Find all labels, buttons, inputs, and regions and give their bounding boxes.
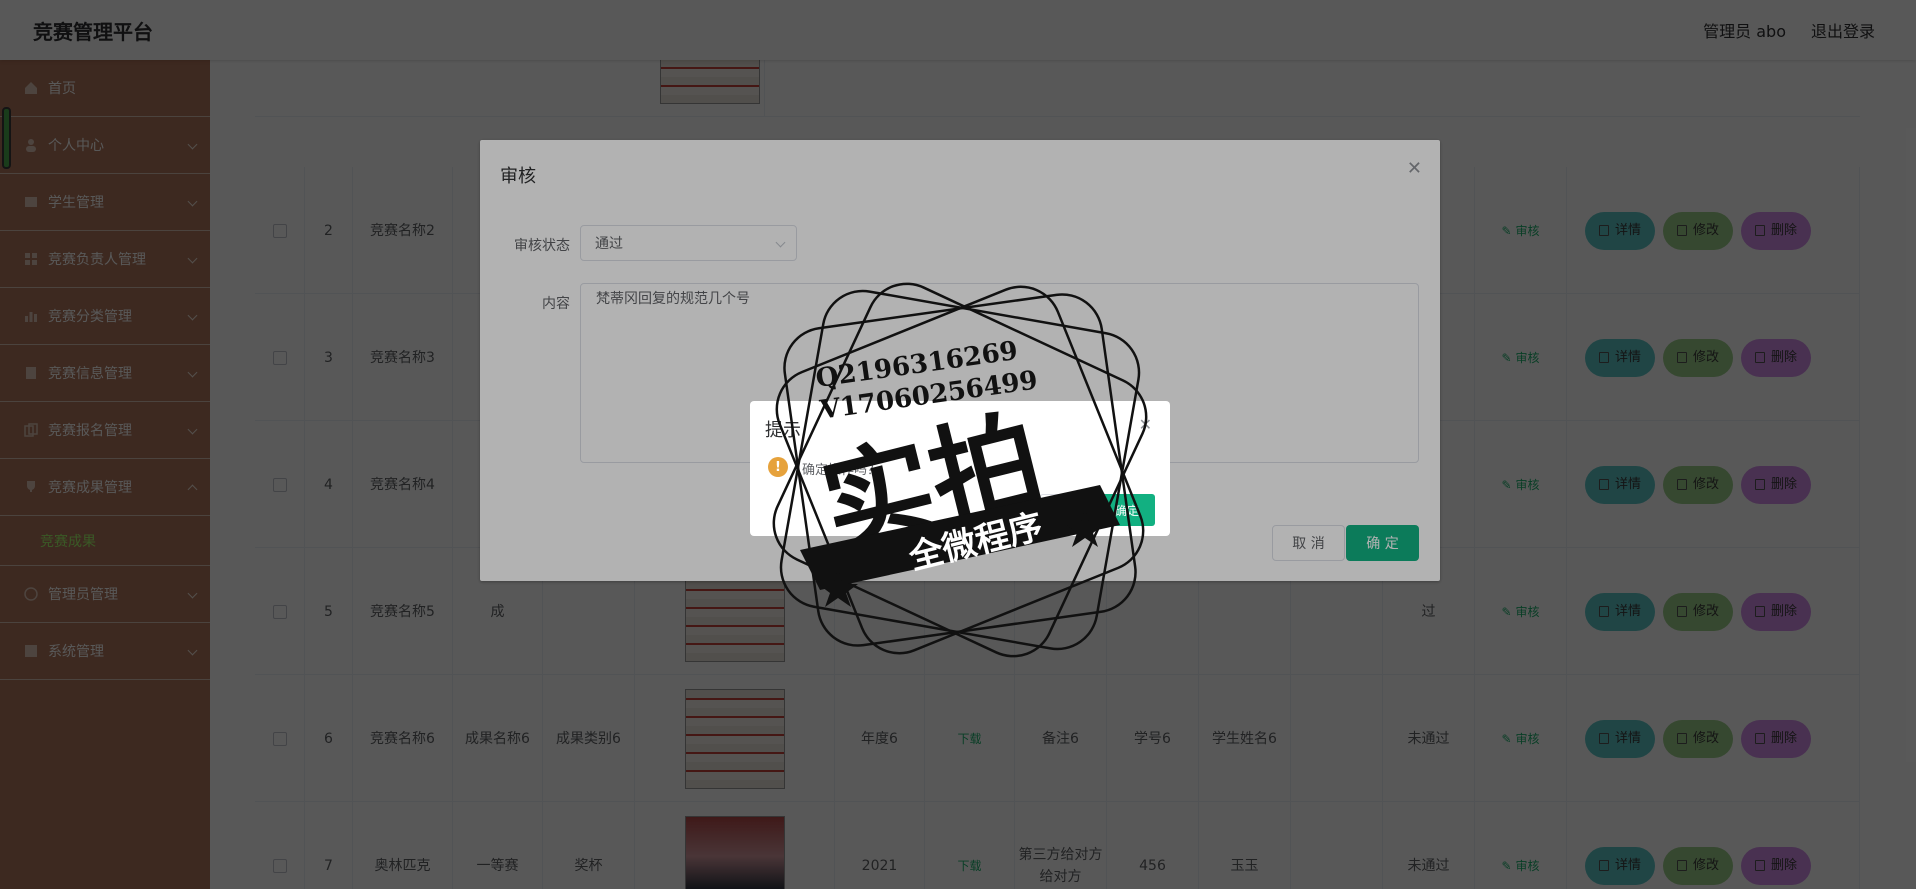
- messagebox-cancel-button[interactable]: 取消: [1040, 494, 1093, 526]
- close-icon[interactable]: ✕: [1139, 415, 1152, 434]
- messagebox-confirm-button[interactable]: 确定: [1099, 494, 1155, 526]
- confirm-messagebox: 提示 ✕ ! 确定操作吗？ 取消 确定: [750, 401, 1170, 536]
- messagebox-message: 确定操作吗？: [802, 463, 881, 478]
- warning-icon: !: [768, 457, 788, 477]
- messagebox-title: 提示: [765, 420, 801, 441]
